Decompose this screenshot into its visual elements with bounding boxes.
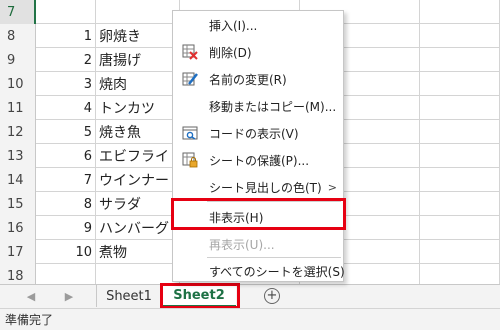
menu-separator <box>207 257 341 258</box>
menu-item-label: 挿入(I)... <box>209 18 258 33</box>
cell-e[interactable] <box>420 24 500 48</box>
status-text: 準備完了 <box>5 313 54 327</box>
cell-e[interactable] <box>420 168 500 192</box>
cell-a[interactable]: 8 <box>36 192 96 216</box>
row-header[interactable]: 17 <box>0 240 36 264</box>
row-header[interactable]: 10 <box>0 72 36 96</box>
cell-b[interactable]: 唐揚げ <box>96 48 180 72</box>
cell-e[interactable] <box>420 72 500 96</box>
cell-b[interactable]: 卵焼き <box>96 24 180 48</box>
cell-a[interactable]: 2 <box>36 48 96 72</box>
plus-icon: + <box>266 288 278 303</box>
view-code-icon <box>182 126 198 140</box>
row-header[interactable]: 14 <box>0 168 36 192</box>
menu-item-tab-color[interactable]: シート見出しの色(T) > <box>173 175 343 199</box>
menu-item-view-code[interactable]: コードの表示(V) <box>173 121 343 145</box>
row-header[interactable]: 9 <box>0 48 36 72</box>
protect-sheet-icon <box>182 152 198 168</box>
cell-a[interactable]: 5 <box>36 120 96 144</box>
menu-item-label: すべてのシートを選択(S) <box>209 264 345 279</box>
menu-item-insert[interactable]: 挿入(I)... <box>173 13 343 37</box>
menu-item-unhide: 再表示(U)... <box>173 232 343 256</box>
cell-e[interactable] <box>420 96 500 120</box>
cell-b[interactable]: 焼肉 <box>96 72 180 96</box>
cell-a[interactable]: 4 <box>36 96 96 120</box>
cell-a[interactable]: 3 <box>36 72 96 96</box>
cell-b[interactable]: エビフライ <box>96 144 180 168</box>
sheet2-highlight-box <box>160 283 240 309</box>
cell-b[interactable]: トンカツ <box>96 96 180 120</box>
row-header[interactable]: 8 <box>0 24 36 48</box>
add-sheet-button[interactable]: + <box>264 288 280 304</box>
cell-b[interactable]: ハンバーグ <box>96 216 180 240</box>
row-header[interactable]: 15 <box>0 192 36 216</box>
row-header[interactable]: 11 <box>0 96 36 120</box>
cell-e[interactable] <box>420 192 500 216</box>
cell-e[interactable] <box>420 264 500 284</box>
status-bar: 準備完了 <box>0 308 500 330</box>
cell-e[interactable] <box>420 48 500 72</box>
scroll-tabs-right-icon[interactable]: ▶ <box>62 289 76 303</box>
menu-item-label: 再表示(U)... <box>209 237 275 252</box>
cell-b[interactable]: サラダ <box>96 192 180 216</box>
cell-a[interactable]: 10 <box>36 240 96 264</box>
delete-sheet-icon <box>182 44 198 60</box>
menu-item-label: 削除(D) <box>209 45 252 60</box>
cell-b[interactable]: 煮物 <box>96 240 180 264</box>
menu-item-label: コードの表示(V) <box>209 126 299 141</box>
sheet-context-menu: 挿入(I)... 削除(D) 名前の変更(R) 移動またはコピー(M)... コ… <box>172 10 345 283</box>
cell-e[interactable] <box>420 216 500 240</box>
sheet-tab-bar: ◀ ▶ Sheet1 Sheet2 + <box>0 284 500 308</box>
cell-b[interactable]: 焼き魚 <box>96 120 180 144</box>
cell-e[interactable] <box>420 120 500 144</box>
hide-item-highlight-box <box>171 198 346 230</box>
cell-e[interactable] <box>420 144 500 168</box>
tab-sheet1[interactable]: Sheet1 <box>96 285 162 307</box>
cell-a[interactable]: 1 <box>36 24 96 48</box>
rename-icon <box>182 72 198 86</box>
scroll-tabs-left-icon[interactable]: ◀ <box>24 289 38 303</box>
cell-b[interactable] <box>96 0 180 24</box>
menu-item-label: シート見出しの色(T) <box>209 180 322 195</box>
row-header[interactable]: 13 <box>0 144 36 168</box>
cell-e[interactable] <box>420 240 500 264</box>
row-header[interactable]: 7 <box>0 0 36 24</box>
menu-item-protect-sheet[interactable]: シートの保護(P)... <box>173 148 343 172</box>
cell-b[interactable]: ウインナー <box>96 168 180 192</box>
row-header[interactable]: 16 <box>0 216 36 240</box>
row-header[interactable]: 12 <box>0 120 36 144</box>
cell-b[interactable] <box>96 264 180 284</box>
cell-a[interactable]: 9 <box>36 216 96 240</box>
menu-item-delete[interactable]: 削除(D) <box>173 40 343 64</box>
menu-item-select-all-sheets[interactable]: すべてのシートを選択(S) <box>173 259 345 283</box>
cell-a[interactable]: 7 <box>36 168 96 192</box>
row-header[interactable]: 18 <box>0 264 36 284</box>
menu-item-rename[interactable]: 名前の変更(R) <box>173 67 343 91</box>
cell-a[interactable]: 6 <box>36 144 96 168</box>
cell-a[interactable] <box>36 264 96 284</box>
menu-item-move-copy[interactable]: 移動またはコピー(M)... <box>173 94 343 118</box>
menu-item-label: 名前の変更(R) <box>209 72 287 87</box>
cell-a[interactable] <box>36 0 96 24</box>
cell-e[interactable] <box>420 0 500 24</box>
submenu-arrow-icon: > <box>327 180 337 194</box>
menu-item-label: シートの保護(P)... <box>209 153 310 168</box>
menu-item-label: 移動またはコピー(M)... <box>209 99 337 114</box>
